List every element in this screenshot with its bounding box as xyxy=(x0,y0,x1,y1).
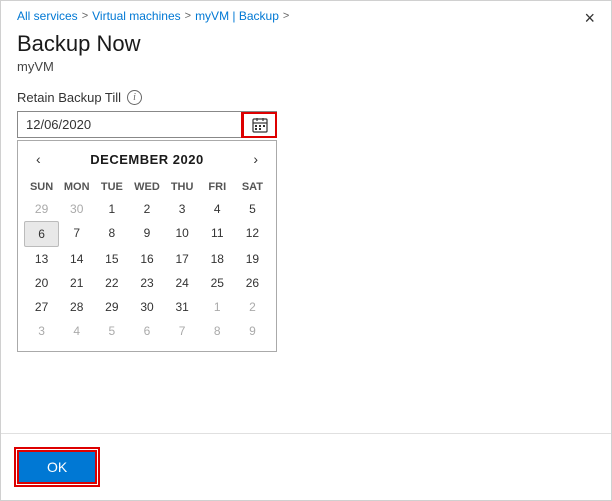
calendar-day[interactable]: 15 xyxy=(94,247,129,271)
panel-content: Retain Backup Till i xyxy=(1,90,611,368)
calendar-day[interactable]: 13 xyxy=(24,247,59,271)
panel-subtitle: myVM xyxy=(1,59,611,90)
calendar-day[interactable]: 6 xyxy=(24,221,59,247)
calendar-grid: SUNMONTUEWEDTHUFRISAT2930123456789101112… xyxy=(18,177,276,351)
calendar-day[interactable]: 30 xyxy=(59,197,94,221)
calendar-day-header: TUE xyxy=(94,177,129,197)
calendar-day[interactable]: 9 xyxy=(235,319,270,343)
calendar-day[interactable]: 2 xyxy=(235,295,270,319)
breadcrumb-virtual-machines[interactable]: Virtual machines xyxy=(92,9,181,23)
breadcrumb-myvm-backup[interactable]: myVM | Backup xyxy=(195,9,279,23)
calendar-day[interactable]: 1 xyxy=(200,295,235,319)
calendar-day[interactable]: 12 xyxy=(235,221,270,247)
calendar-day[interactable]: 9 xyxy=(129,221,164,247)
breadcrumb-sep-2: > xyxy=(185,10,191,22)
breadcrumb-all-services[interactable]: All services xyxy=(17,9,78,23)
calendar-day[interactable]: 26 xyxy=(235,271,270,295)
close-button[interactable]: × xyxy=(584,9,595,27)
calendar-day-header: MON xyxy=(59,177,94,197)
calendar-month-year: DECEMBER 2020 xyxy=(90,152,203,167)
field-label-text: Retain Backup Till xyxy=(17,90,121,105)
calendar-day[interactable]: 30 xyxy=(129,295,164,319)
calendar-day[interactable]: 5 xyxy=(94,319,129,343)
calendar-next-button[interactable]: › xyxy=(245,149,266,169)
panel-footer: OK xyxy=(1,433,611,500)
calendar-day[interactable]: 16 xyxy=(129,247,164,271)
calendar-day[interactable]: 3 xyxy=(24,319,59,343)
field-label-retain: Retain Backup Till i xyxy=(17,90,595,105)
breadcrumb: All services > Virtual machines > myVM |… xyxy=(1,1,611,27)
calendar-day[interactable]: 4 xyxy=(200,197,235,221)
breadcrumb-sep-3: > xyxy=(283,10,289,22)
calendar-day[interactable]: 8 xyxy=(94,221,129,247)
calendar-icon xyxy=(252,117,268,133)
calendar-day[interactable]: 29 xyxy=(94,295,129,319)
backup-panel: All services > Virtual machines > myVM |… xyxy=(0,0,612,501)
calendar-day-header: SAT xyxy=(235,177,270,197)
calendar-day[interactable]: 19 xyxy=(235,247,270,271)
calendar-day[interactable]: 8 xyxy=(200,319,235,343)
calendar-day-header: FRI xyxy=(200,177,235,197)
calendar-header: ‹ DECEMBER 2020 › xyxy=(18,141,276,177)
calendar-day[interactable]: 5 xyxy=(235,197,270,221)
ok-button[interactable]: OK xyxy=(17,450,97,484)
calendar-day[interactable]: 24 xyxy=(165,271,200,295)
calendar-day[interactable]: 10 xyxy=(165,221,200,247)
date-input[interactable] xyxy=(18,112,242,137)
date-input-wrapper xyxy=(17,111,277,138)
calendar-day[interactable]: 21 xyxy=(59,271,94,295)
calendar-day[interactable]: 1 xyxy=(94,197,129,221)
calendar-day[interactable]: 22 xyxy=(94,271,129,295)
calendar-day[interactable]: 11 xyxy=(200,221,235,247)
calendar-day[interactable]: 23 xyxy=(129,271,164,295)
calendar-day-header: WED xyxy=(129,177,164,197)
calendar-day-header: SUN xyxy=(24,177,59,197)
calendar-day[interactable]: 17 xyxy=(165,247,200,271)
calendar-day[interactable]: 29 xyxy=(24,197,59,221)
calendar-day[interactable]: 7 xyxy=(59,221,94,247)
calendar-day[interactable]: 14 xyxy=(59,247,94,271)
calendar-day[interactable]: 31 xyxy=(165,295,200,319)
calendar-day[interactable]: 7 xyxy=(165,319,200,343)
calendar-prev-button[interactable]: ‹ xyxy=(28,149,49,169)
calendar-day[interactable]: 25 xyxy=(200,271,235,295)
breadcrumb-sep-1: > xyxy=(82,10,88,22)
calendar-day[interactable]: 28 xyxy=(59,295,94,319)
calendar-day[interactable]: 6 xyxy=(129,319,164,343)
calendar-day[interactable]: 2 xyxy=(129,197,164,221)
calendar-day-header: THU xyxy=(165,177,200,197)
calendar-toggle-button[interactable] xyxy=(242,113,276,137)
calendar-day[interactable]: 20 xyxy=(24,271,59,295)
calendar-day[interactable]: 3 xyxy=(165,197,200,221)
calendar-day[interactable]: 27 xyxy=(24,295,59,319)
calendar-day[interactable]: 4 xyxy=(59,319,94,343)
panel-title: Backup Now xyxy=(1,27,611,59)
calendar-popup: ‹ DECEMBER 2020 › SUNMONTUEWEDTHUFRISAT 2… xyxy=(17,140,277,352)
info-icon[interactable]: i xyxy=(127,90,142,105)
calendar-day[interactable]: 18 xyxy=(200,247,235,271)
